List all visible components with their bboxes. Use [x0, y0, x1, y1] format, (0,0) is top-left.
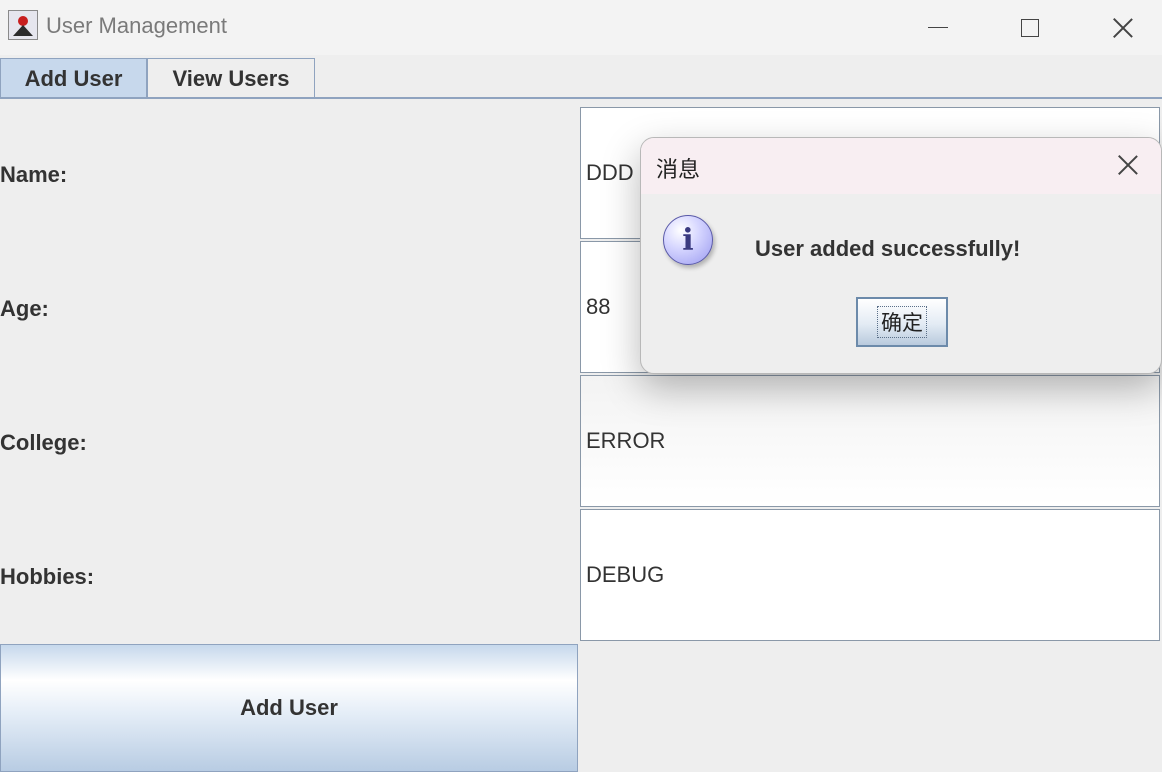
- dialog-title: 消息: [656, 158, 701, 183]
- info-icon: i: [663, 215, 713, 265]
- dialog-titlebar: 消息: [641, 138, 1161, 194]
- minimize-button[interactable]: [908, 0, 968, 55]
- close-button[interactable]: [1093, 0, 1153, 55]
- minimize-icon: [928, 26, 948, 29]
- add-user-button[interactable]: Add User: [0, 644, 578, 772]
- dialog-message: User added successfully!: [755, 236, 1021, 261]
- hobbies-field[interactable]: DEBUG: [580, 509, 1160, 641]
- window-title: User Management: [46, 13, 227, 38]
- maximize-button[interactable]: [1000, 0, 1060, 55]
- college-field[interactable]: ERROR: [580, 375, 1160, 507]
- tab-divider: [0, 97, 1162, 99]
- age-label: Age:: [0, 296, 49, 321]
- tab-view-users[interactable]: View Users: [147, 58, 315, 98]
- tab-add-user[interactable]: Add User: [0, 58, 147, 98]
- name-label: Name:: [0, 162, 68, 187]
- ok-button-label: 确定: [877, 306, 927, 338]
- college-label: College:: [0, 430, 87, 455]
- dialog-close-button[interactable]: [1117, 154, 1139, 176]
- close-icon: [1117, 154, 1139, 176]
- ok-button[interactable]: 确定: [856, 297, 948, 347]
- maximize-icon: [1021, 18, 1039, 37]
- hobbies-label: Hobbies:: [0, 564, 95, 589]
- message-dialog: 消息 i User added successfully! 确定: [640, 137, 1162, 374]
- close-icon: [1112, 17, 1134, 39]
- window-titlebar: User Management: [0, 0, 1162, 55]
- java-app-icon: [8, 10, 38, 40]
